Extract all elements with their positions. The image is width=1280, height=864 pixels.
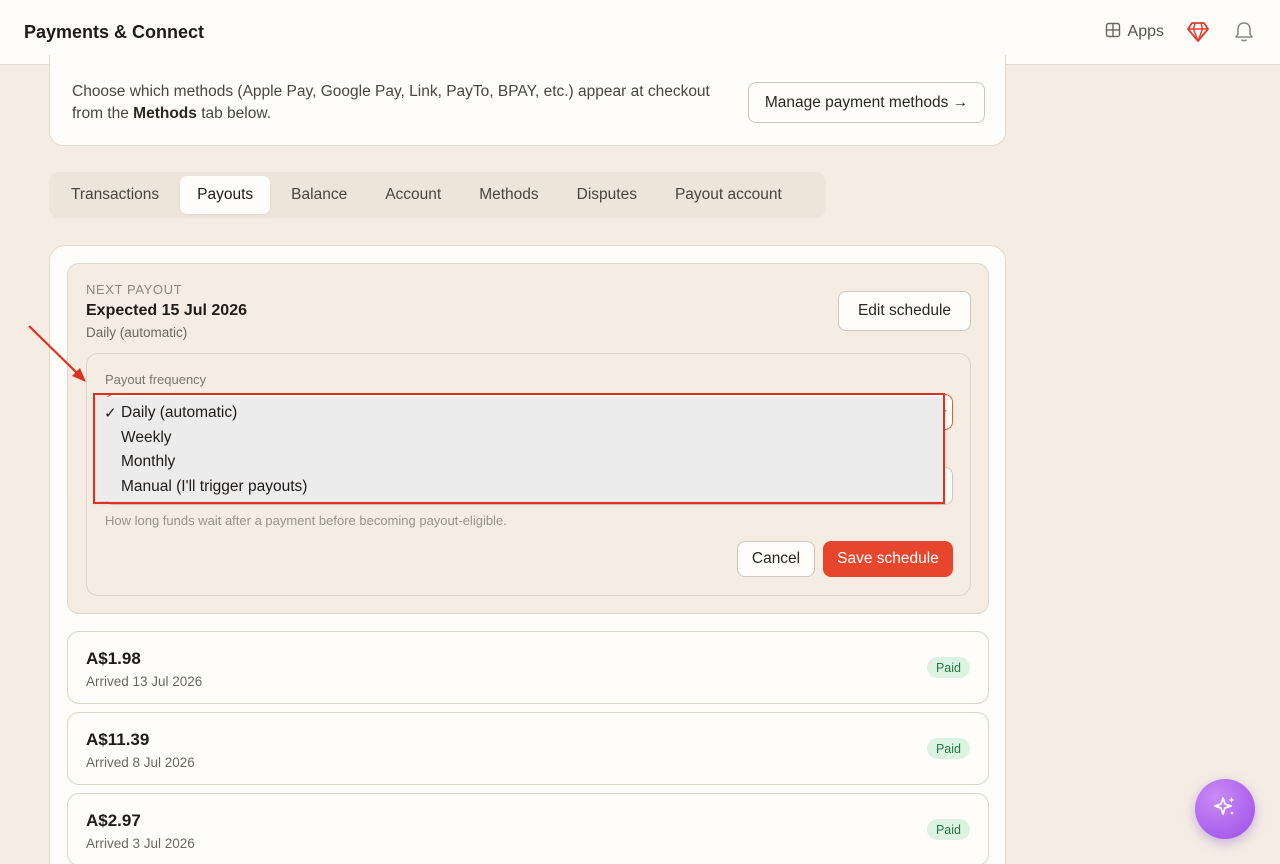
payout-amount: A$1.98 — [86, 649, 141, 668]
next-payout-subtitle: Daily (automatic) — [86, 325, 188, 340]
save-schedule-button[interactable]: Save schedule — [823, 541, 953, 577]
frequency-option-daily[interactable]: ✓ Daily (automatic) — [96, 401, 944, 426]
status-badge: Paid — [926, 657, 970, 678]
payout-delay-help: How long funds wait after a payment befo… — [105, 513, 507, 528]
payout-row[interactable]: A$11.39 Arrived 8 Jul 2026 Paid — [67, 712, 989, 785]
edit-schedule-button[interactable]: Edit schedule — [838, 291, 971, 331]
manage-payment-methods-button[interactable]: Manage payment methods → — [748, 82, 985, 123]
info-text-methods: Methods — [133, 105, 197, 122]
apps-button[interactable]: Apps — [1105, 22, 1164, 43]
payout-row[interactable]: A$2.97 Arrived 3 Jul 2026 Paid — [67, 793, 989, 864]
option-label: Manual (I'll trigger payouts) — [121, 477, 308, 495]
payment-methods-info-card: Choose which methods (Apple Pay, Google … — [49, 55, 1006, 146]
payout-date: Arrived 13 Jul 2026 — [86, 674, 203, 689]
tab-payouts[interactable]: Payouts — [180, 176, 271, 214]
grid-icon — [1105, 22, 1121, 43]
sparkles-icon — [1212, 794, 1238, 825]
option-label: Monthly — [121, 453, 176, 471]
cancel-button[interactable]: Cancel — [737, 541, 815, 577]
tab-transactions[interactable]: Transactions — [54, 176, 176, 214]
tab-bar: Transactions Payouts Balance Account Met… — [49, 172, 826, 218]
tab-account[interactable]: Account — [368, 176, 458, 214]
ai-assistant-button[interactable] — [1195, 779, 1255, 839]
payout-amount: A$11.39 — [86, 730, 150, 749]
check-icon: ✓ — [104, 405, 117, 423]
tab-balance[interactable]: Balance — [274, 176, 364, 214]
payout-amount: A$2.97 — [86, 811, 141, 830]
tab-methods[interactable]: Methods — [462, 176, 555, 214]
frequency-option-manual[interactable]: Manual (I'll trigger payouts) — [96, 475, 944, 500]
gem-icon[interactable] — [1186, 20, 1210, 44]
info-text: Choose which methods (Apple Pay, Google … — [72, 81, 732, 125]
status-badge: Paid — [926, 819, 970, 840]
tab-disputes[interactable]: Disputes — [560, 176, 654, 214]
payout-row[interactable]: A$1.98 Arrived 13 Jul 2026 Paid — [67, 631, 989, 704]
app-title: Payments & Connect — [24, 21, 205, 42]
header-actions: Apps — [1105, 20, 1256, 44]
frequency-option-monthly[interactable]: Monthly — [96, 450, 944, 475]
payout-frequency-options: ✓ Daily (automatic) Weekly Monthly Manual… — [96, 397, 944, 501]
bell-icon[interactable] — [1232, 20, 1256, 44]
status-badge: Paid — [926, 738, 970, 759]
frequency-option-weekly[interactable]: Weekly — [96, 426, 944, 451]
next-payout-label: NEXT PAYOUT — [86, 282, 183, 297]
next-payout-title: Expected 15 Jul 2026 — [86, 302, 247, 319]
payout-date: Arrived 8 Jul 2026 — [86, 755, 195, 770]
apps-label: Apps — [1127, 23, 1164, 40]
payout-frequency-label: Payout frequency — [105, 372, 207, 387]
info-text-end: tab below. — [196, 105, 271, 122]
payout-date: Arrived 3 Jul 2026 — [86, 836, 195, 851]
tab-payout-account[interactable]: Payout account — [658, 176, 799, 214]
option-label: Weekly — [121, 428, 172, 446]
option-label: Daily (automatic) — [121, 404, 238, 422]
